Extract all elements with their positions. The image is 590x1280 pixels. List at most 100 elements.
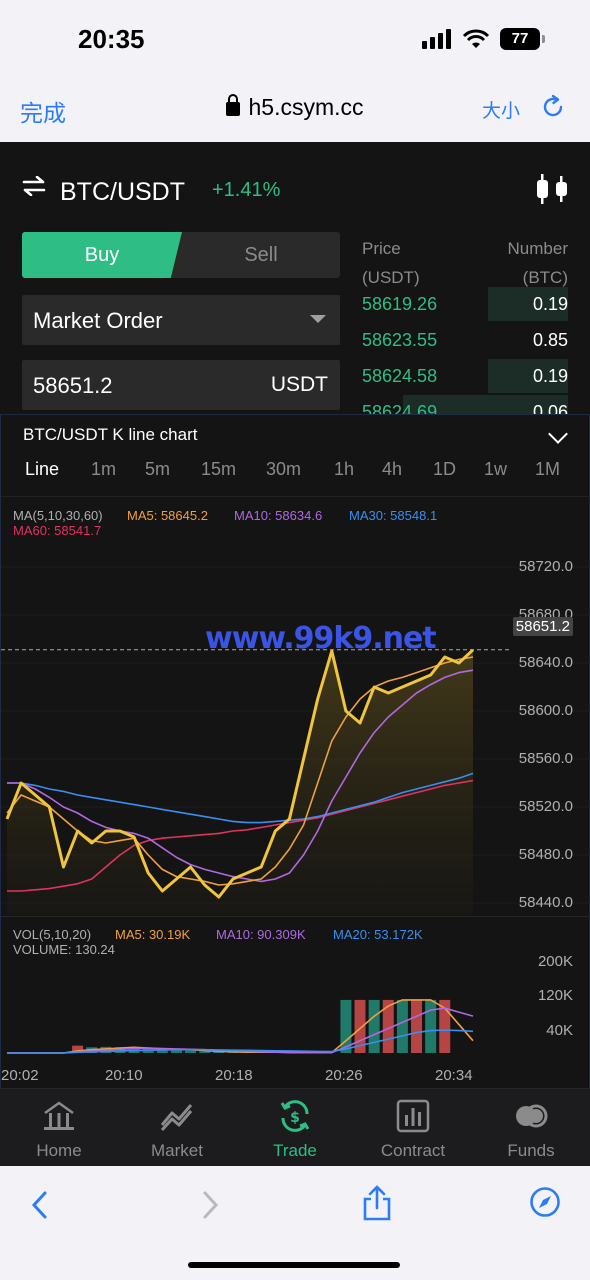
time-axis-label: 20:18 [215,1067,253,1084]
nav-item-funds[interactable]: Funds [472,1089,590,1167]
volume-bar [185,1050,197,1053]
nav-item-home[interactable]: Home [0,1089,118,1167]
price-axis-label: 58720.0 [518,558,573,575]
period-tab-15m[interactable]: 15m [201,459,236,480]
svg-text:$: $ [290,1110,300,1126]
wifi-icon [462,29,490,48]
back-icon[interactable] [30,1190,50,1220]
volume-chart[interactable] [1,955,590,1055]
order-book-number: 0.19 [532,366,568,386]
text-size-button[interactable]: 大小 [482,96,520,123]
period-tab-1d[interactable]: 1D [433,459,456,480]
status-time: 20:35 [78,24,145,54]
price-axis-label: 58560.0 [518,750,573,767]
order-book-row[interactable]: 58624.58 0.19 [362,359,568,393]
nav-label: Market [151,1141,203,1160]
funds-coins-icon [516,1104,548,1128]
vol-axis-label: 40K [546,1022,573,1039]
volume-bar [368,999,380,1053]
lock-icon [226,94,241,116]
order-book-price: 58619.26 [362,294,438,314]
price-axis-label: 58600.0 [518,702,573,719]
candlestick-icon[interactable] [534,172,570,206]
order-book-header: Price (USDT) Number (BTC) [362,234,568,292]
order-book-number-header: Number [507,239,568,258]
buy-sell-toggle: Buy Sell [22,232,340,278]
reload-icon[interactable] [540,94,566,120]
status-bar: 20:35 77 [0,0,590,80]
ma-legend-label: MA(5,10,30,60) [13,508,103,523]
trading-app: BTC/USDT +1.41% Buy Sell Market Order 58… [0,142,590,1166]
sell-tab[interactable]: Sell [182,232,340,278]
ma30-legend: MA30: 58548.1 [349,508,438,523]
order-type-select[interactable]: Market Order [22,295,340,345]
period-tab-4h[interactable]: 4h [382,459,402,480]
battery-indicator: 77 [500,28,545,50]
order-book-price: 58624.58 [362,366,438,386]
vol-ma10-legend: MA10: 90.309K [216,927,306,942]
time-axis-label: 20:10 [105,1067,143,1084]
volume-bar [199,1051,211,1053]
swap-pair-icon[interactable] [22,176,46,196]
trade-exchange-icon: $ [280,1100,310,1132]
bottom-nav: Home Market $ Trade Contract Funds [0,1088,590,1166]
divider [1,916,589,917]
order-book-row[interactable]: 58619.26 0.19 [362,287,568,321]
price-input[interactable]: 58651.2 USDT [22,360,340,410]
browser-top-bar: 完成 h5.csym.cc 大小 [0,80,590,142]
period-tab-line[interactable]: Line [25,459,59,480]
price-chart[interactable] [1,535,590,915]
cellular-signal-icon [422,29,451,49]
vol-axis-label: 200K [537,953,573,970]
period-tab-1h[interactable]: 1h [334,459,354,480]
nav-item-trade[interactable]: $ Trade [236,1089,354,1167]
watermark: www.99k9.net [205,621,437,656]
order-type-value: Market Order [33,308,163,333]
volume-bar [425,999,437,1053]
price-axis-label: 58640.0 [518,654,573,671]
nav-label: Contract [380,1141,446,1160]
divider [1,496,589,497]
time-axis-label: 20:26 [325,1067,363,1084]
ma10-legend: MA10: 58634.6 [234,508,323,523]
pair-change-percent: +1.41% [212,179,281,201]
browser-bottom-toolbar [0,1166,590,1280]
vol-ma20-legend: MA20: 53.172K [333,927,423,942]
price-input-value: 58651.2 [33,373,113,398]
period-tab-1m[interactable]: 1m [91,459,116,480]
last-price-tag: 58651.2 [512,617,573,636]
ma5-legend: MA5: 58645.2 [127,508,208,523]
order-book-row[interactable]: 58623.55 0.85 [362,323,568,357]
pair-header: BTC/USDT +1.41% [0,142,590,230]
share-icon[interactable] [361,1184,393,1222]
vol-ma5-legend: MA5: 30.19K [115,927,191,942]
time-axis-label: 20:34 [435,1067,473,1084]
period-tab-30m[interactable]: 30m [266,459,301,480]
market-chart-icon [160,1104,193,1132]
url-text: h5.csym.cc [248,94,364,120]
price-axis-label: 58520.0 [518,798,573,815]
price-axis-label: 58440.0 [518,894,573,911]
order-book-number-column: Number (BTC) [508,234,568,292]
period-tab-1M[interactable]: 1M [535,459,560,480]
order-book-number: 0.19 [532,294,568,314]
status-icons: 77 [422,28,545,50]
buy-tab[interactable]: Buy [22,232,182,278]
nav-label: Home [36,1141,82,1160]
forward-icon[interactable] [200,1190,220,1220]
nav-label: Trade [273,1141,317,1160]
period-tab-5m[interactable]: 5m [145,459,170,480]
home-indicator [188,1262,400,1268]
pair-name[interactable]: BTC/USDT [60,178,185,207]
period-tab-1w[interactable]: 1w [484,459,507,480]
contract-bar-chart-icon [396,1099,430,1133]
order-book-price: 58623.55 [362,330,438,350]
nav-item-market[interactable]: Market [118,1089,236,1167]
order-book-number: 0.85 [532,330,568,350]
compass-icon[interactable] [529,1186,561,1218]
volume-bar [396,999,408,1053]
nav-item-contract[interactable]: Contract [354,1089,472,1167]
time-axis-label: 20:02 [1,1067,39,1084]
kline-chart-panel: BTC/USDT K line chart Line 1m 5m 15m 30m… [0,414,590,1090]
chevron-down-icon[interactable] [548,424,568,444]
